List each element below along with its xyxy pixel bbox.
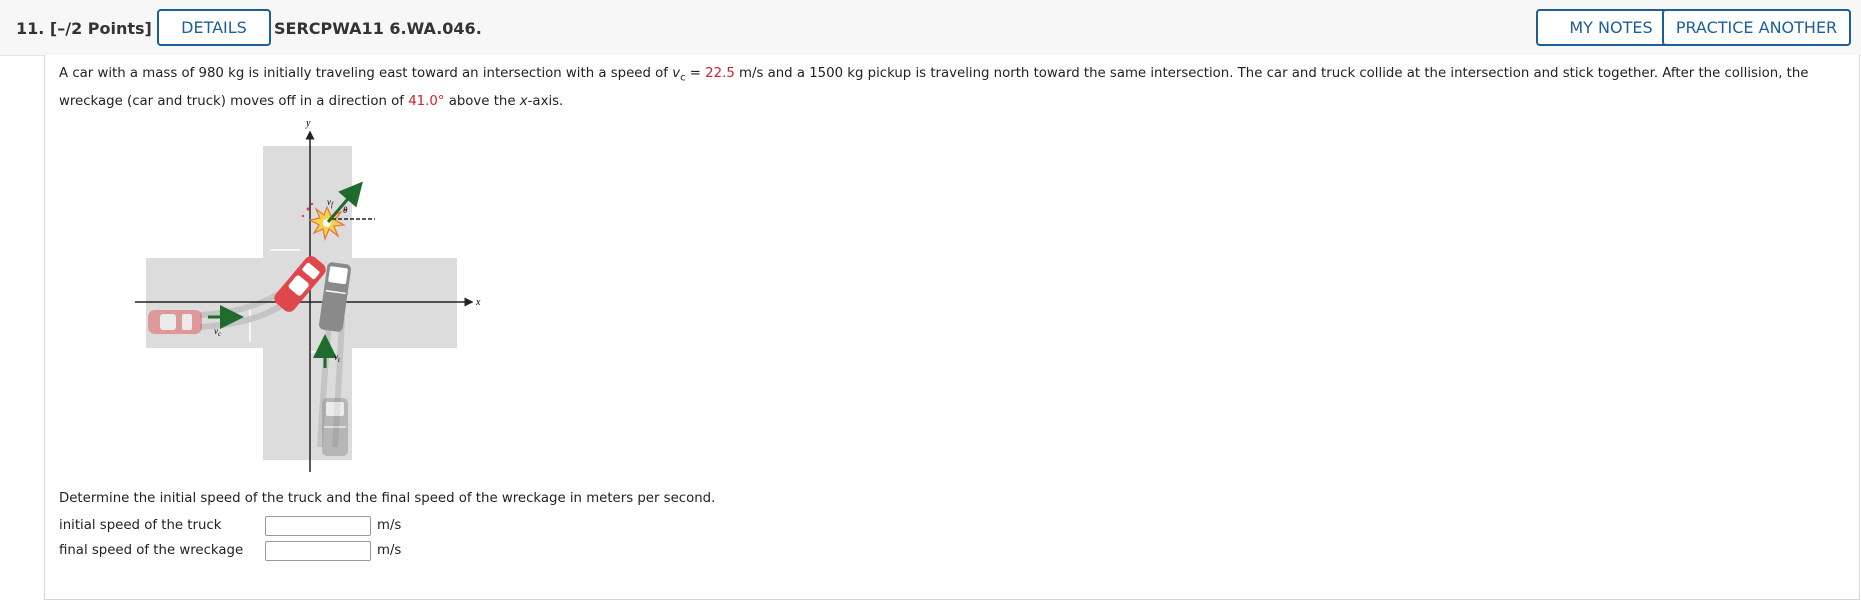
collision-diagram: y x vf θ vc vt bbox=[135, 118, 481, 472]
car-initial bbox=[148, 310, 202, 334]
question-prompt: Determine the initial speed of the truck… bbox=[59, 491, 716, 506]
wreckage-speed-unit: m/s bbox=[377, 543, 402, 558]
details-button[interactable]: DETAILS bbox=[157, 9, 271, 46]
y-axis-label: y bbox=[305, 118, 311, 129]
speed-value: 22.5 bbox=[705, 66, 735, 81]
wreckage-speed-label: final speed of the wreckage bbox=[59, 543, 244, 558]
practice-another-button[interactable]: PRACTICE ANOTHER bbox=[1662, 9, 1851, 46]
theta-label: θ bbox=[343, 205, 348, 215]
truck-speed-input[interactable] bbox=[265, 516, 371, 536]
truck-speed-label: initial speed of the truck bbox=[59, 518, 222, 533]
assignment-id: SERCPWA11 6.WA.046. bbox=[274, 19, 482, 38]
wreckage-speed-row: final speed of the wreckage bbox=[59, 543, 265, 558]
angle-value: 41.0° bbox=[408, 93, 445, 109]
question-number-points: 11. [–/2 Points] bbox=[16, 19, 152, 38]
truck-speed-row: initial speed of the truck bbox=[59, 518, 265, 533]
question-header: 11. [–/2 Points] DETAILS SERCPWA11 6.WA.… bbox=[0, 0, 1861, 56]
truck-speed-unit: m/s bbox=[377, 518, 402, 533]
x-axis-label: x bbox=[475, 297, 481, 308]
problem-text: A car with a mass of 980 kg is initially… bbox=[59, 66, 1809, 109]
wreckage-speed-input[interactable] bbox=[265, 541, 371, 561]
truck-initial bbox=[322, 398, 348, 456]
